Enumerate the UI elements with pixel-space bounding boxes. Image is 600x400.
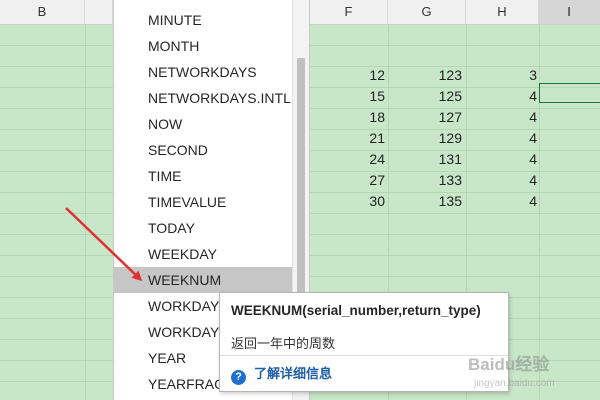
learn-more-label: 了解详细信息 <box>254 366 333 381</box>
function-description: 返回一年中的周数 <box>231 336 336 351</box>
watermark-brand: Baidu经验 <box>468 355 550 374</box>
function-tooltip: WEEKNUM(serial_number,return_type) 返回一年中… <box>219 292 509 392</box>
watermark-url: jingyan.baidu.com <box>474 378 555 389</box>
question-circle-icon: ? <box>231 370 246 385</box>
learn-more-link[interactable]: ? 了解详细信息 <box>231 363 332 385</box>
function-signature: WEEKNUM(serial_number,return_type) <box>231 303 481 318</box>
baidu-jingyan-watermark: Baidu经验 jingyan.baidu.com <box>468 350 598 398</box>
tooltip-divider <box>220 355 508 356</box>
